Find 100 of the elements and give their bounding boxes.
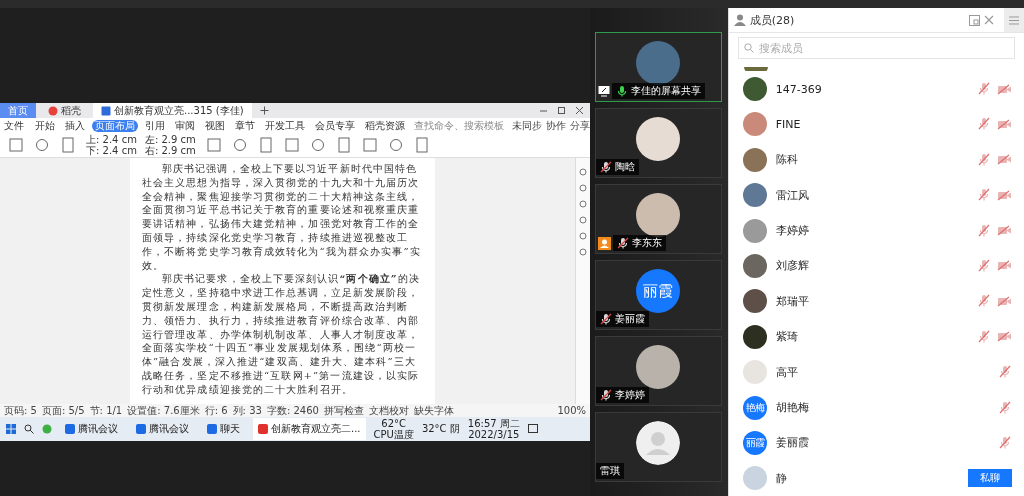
margin-field[interactable]: 右: 2.9 cm (144, 145, 196, 156)
ribbon-tool-icon[interactable] (257, 137, 274, 153)
member-name: 刘彦辉 (775, 258, 809, 274)
participant-name: 陶晗 (615, 160, 635, 174)
muted-microphone-icon[interactable] (998, 435, 1012, 450)
cpu-temperature: 62°C CPU温度 (373, 418, 414, 440)
avatar-photo-placeholder (636, 41, 681, 85)
camera-off-icon[interactable] (997, 117, 1012, 131)
member-name: 郑瑞平 (775, 293, 809, 309)
toolbar-link[interactable]: 分享 (570, 120, 590, 131)
close-icon[interactable] (575, 106, 584, 115)
camera-off-icon[interactable] (997, 259, 1012, 273)
camera-off-icon[interactable] (997, 153, 1012, 167)
zoom-level[interactable]: 100% (557, 405, 586, 416)
private-chat-button[interactable]: 私聊 (968, 469, 1012, 488)
command-search-field[interactable]: 查找命令、搜索模板 (414, 120, 508, 131)
app-icon (65, 424, 75, 434)
ribbon-tab[interactable]: 稻壳资源 (362, 119, 408, 132)
taskbar-app[interactable]: 腾讯会议 (131, 418, 194, 440)
camera-off-icon[interactable] (997, 294, 1012, 308)
toolbar-link[interactable]: 未同步 (512, 120, 542, 131)
status-item: 页面: 5/5 (41, 405, 85, 416)
file-menu[interactable]: 文件 (4, 120, 24, 131)
document-tab[interactable]: 创新教育观立亮...315 (李佳) (93, 103, 252, 118)
ribbon-tab[interactable]: 会员专享 (312, 119, 358, 132)
status-item: 节: 1/1 (89, 405, 123, 416)
ribbon-tool-icon[interactable] (413, 137, 430, 153)
ribbon-tool-icon[interactable] (283, 137, 300, 153)
ribbon-tab[interactable]: 页面布局 (92, 119, 138, 132)
ribbon-tool-icon[interactable] (309, 137, 326, 153)
maximize-icon[interactable] (557, 106, 566, 115)
participant-name: 雷琪 (600, 464, 620, 478)
status-item: 行: 6 (204, 405, 228, 416)
avatar-photo-placeholder (636, 345, 681, 389)
app-logo-icon (48, 105, 58, 116)
member-name: 姜丽霞 (775, 435, 809, 451)
muted-microphone-icon[interactable] (998, 365, 1012, 380)
muted-microphone-icon[interactable] (977, 82, 991, 96)
member-name: 雷江风 (775, 187, 809, 203)
popout-icon[interactable] (969, 14, 980, 26)
search-icon[interactable] (24, 424, 34, 434)
status-item: 缺失字体 (413, 405, 454, 416)
participant-name: 李婷婷 (615, 388, 645, 402)
member-search-field[interactable]: 搜索成员 (737, 37, 1015, 59)
weather-label[interactable]: 32°C 阴 (421, 424, 460, 434)
status-item: 字数: 2460 (266, 405, 319, 416)
taskbar-app[interactable]: 腾讯会议 (60, 418, 123, 440)
camera-off-icon[interactable] (997, 188, 1012, 202)
ribbon-tab[interactable]: 插入 (62, 119, 88, 132)
menu-icon (1009, 15, 1019, 25)
new-tab-icon[interactable] (259, 106, 269, 115)
ribbon-tool-icon[interactable] (34, 137, 50, 153)
margin-field[interactable]: 左: 2.9 cm (144, 134, 196, 145)
margin-field[interactable]: 上: 2.4 cm (86, 134, 137, 145)
panel-title: 成员(28) (749, 12, 795, 28)
document-tab[interactable]: 稻壳 (40, 103, 89, 118)
taskbar-app[interactable]: 聊天 (202, 418, 245, 440)
muted-microphone-icon[interactable] (977, 329, 991, 344)
ribbon-tool-icon[interactable] (361, 137, 378, 153)
document-icon (101, 105, 111, 116)
margin-field[interactable]: 下: 2.4 cm (86, 145, 137, 156)
ribbon-tab[interactable]: 视图 (202, 119, 228, 132)
ribbon-tool-icon[interactable] (8, 137, 24, 153)
chat-app-icon[interactable] (42, 424, 52, 434)
ribbon-tool-icon[interactable] (387, 137, 404, 153)
notification-icon[interactable] (527, 424, 538, 434)
avatar-photo-placeholder (743, 67, 768, 72)
ribbon-tab[interactable]: 开始 (32, 119, 58, 132)
member-name: 紫琦 (775, 329, 798, 345)
muted-microphone-icon[interactable] (977, 223, 991, 238)
ribbon-tab[interactable]: 开发工具 (262, 119, 308, 132)
camera-off-icon[interactable] (997, 82, 1012, 96)
menu-button[interactable] (1004, 8, 1024, 32)
camera-off-icon[interactable] (997, 224, 1012, 238)
clock[interactable]: 16:57 周二 2022/3/15 (467, 418, 520, 440)
member-name: 147-369 (775, 82, 822, 96)
paragraph: 郭庆书记强调，全校上下要以习近平新时代中国特色社会主义思想为指导，深入贯彻党的十九大和十九届历次全会精神，聚焦迎接学习贯彻党的二十大精神这条主线，全面贯彻习近平总书记关于教育的重要论述和视察重庆重要讲话精神，弘扬伟大建党精神，加强党对教育工作的全面领导，持续深化党史学习教育，持续推进巡视整改工作，不断将党史学习教育成效转化为“我为群众办实事”实效。 (142, 162, 422, 273)
muted-microphone-icon[interactable] (977, 294, 991, 309)
ribbon-tab[interactable]: 章节 (232, 119, 258, 132)
muted-microphone-icon[interactable] (998, 400, 1012, 415)
taskbar-app[interactable]: 创新教育观立亮二... (253, 418, 366, 440)
avatar: 丽霞 (636, 269, 681, 313)
muted-microphone-icon[interactable] (977, 258, 991, 273)
close-icon[interactable] (984, 15, 994, 25)
status-item: 拼写检查 (323, 405, 364, 416)
person-icon (733, 14, 746, 26)
paragraph: 郭庆书记要求，全校上下要深刻认识“两个确立”的决定性意义，坚持稳中求进工作总基调，立足新发展阶段，贯彻新发展理念，构建新发展格局，不断提高政治判断力、领悟力、执行力，持续推进教育评价综合改革、内部运行管理改革、办学体制机制改革、人事人才制度改革，全面落实学校“十四五”事业发展规划体系，围绕“两校一体”融合发展，深入推进“建双高、建升大、建本科”三大战略任务，坚定不移推进“互联网+”第一流建设，以实际行动和优异成绩迎接党的二十大胜利召开。 (142, 272, 421, 397)
ribbon-tab[interactable]: 引用 (142, 119, 168, 132)
camera-off-icon[interactable] (997, 330, 1012, 344)
status-item: 设置值: 7.6厘米 (127, 405, 200, 416)
muted-microphone-icon[interactable] (977, 117, 991, 132)
ribbon-tool-icon[interactable] (231, 137, 248, 153)
ribbon-tab[interactable]: 审阅 (172, 119, 198, 132)
ribbon-tool-icon[interactable] (205, 137, 222, 153)
muted-microphone-icon[interactable] (977, 152, 991, 167)
toolbar-link[interactable]: 协作 (546, 120, 566, 131)
muted-microphone-icon[interactable] (977, 188, 991, 203)
ribbon-tool-icon[interactable] (60, 137, 76, 153)
ribbon-tool-icon[interactable] (335, 137, 352, 153)
windows-start-icon[interactable] (6, 424, 16, 434)
